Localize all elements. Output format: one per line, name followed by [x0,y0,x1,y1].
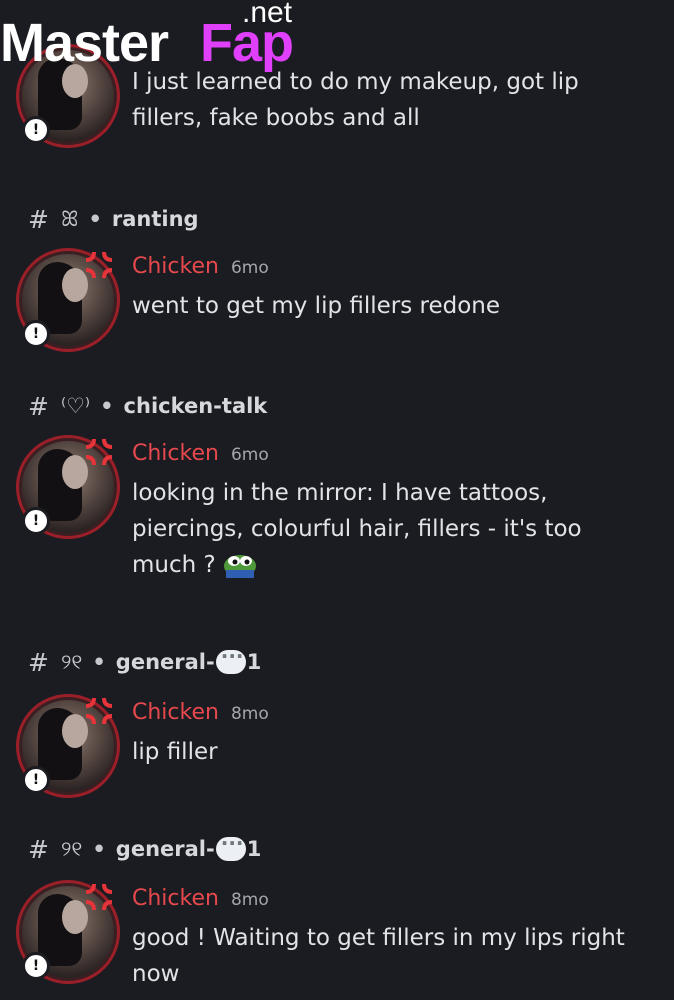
anger-symbol-icon [85,438,113,466]
watermark-logo: Master Fap .net [0,0,310,80]
message-text: lip filler [132,739,218,765]
hash-icon: # [28,647,49,677]
anger-symbol-icon [85,883,113,911]
pepe-emoji-icon [224,554,257,578]
channel-prefix: ꕤ [60,206,79,231]
channel-header-ranting[interactable]: # ꕤ • ranting [28,204,199,234]
message-item[interactable]: ! Chicken 8mo good ! Waiting to get fill… [22,883,662,996]
hash-icon: # [28,834,49,864]
anger-symbol-icon [85,697,113,725]
alert-badge-icon: ! [22,507,50,535]
channel-suffix: 1 [246,650,262,674]
message-item[interactable]: ! Chicken 8mo lip filler [22,697,662,796]
speech-bubble-icon [215,831,246,861]
timestamp: 6mo [230,258,269,278]
alert-badge-icon: ! [22,116,50,144]
alert-badge-icon: ! [22,320,50,348]
alert-badge-icon: ! [22,952,50,980]
channel-header-general[interactable]: # ୨୧ • general- 1 [28,831,262,864]
channel-header-general[interactable]: # ୨୧ • general- 1 [28,644,262,677]
message-item[interactable]: ! Chicken 6mo looking in the mirror: I h… [22,438,662,591]
alert-badge-icon: ! [22,766,50,794]
channel-prefix: ୨୧ [60,649,83,674]
username[interactable]: Chicken [132,700,219,725]
timestamp: 8mo [230,890,269,910]
message-text: looking in the mirror: I have tattoos, p… [132,480,582,578]
username[interactable]: Chicken [132,254,219,279]
message-item[interactable]: ! Chicken 6mo went to get my lip fillers… [22,251,662,350]
channel-header-chicken-talk[interactable]: # ⁽♡⁾ • chicken-talk [28,391,267,421]
avatar[interactable]: ! [22,697,114,794]
hash-icon: # [28,391,49,421]
timestamp: 6mo [230,445,269,465]
channel-suffix: 1 [246,837,262,861]
message-text-wrap: looking in the mirror: I have tattoos, p… [132,475,652,583]
channel-prefix: ⁽♡⁾ [60,394,91,418]
message-text: went to get my lip fillers redone [132,293,501,319]
hash-icon: # [28,204,49,234]
channel-name: general- [115,837,215,861]
avatar[interactable]: ! [22,251,114,348]
username[interactable]: Chicken [132,886,219,911]
avatar[interactable]: ! [22,883,114,980]
channel-name: general- [115,650,215,674]
speech-bubble-icon [215,644,246,674]
channel-name: ranting [111,207,199,231]
message-text: good ! Waiting to get fillers in my lips… [132,925,625,987]
username[interactable]: Chicken [132,441,219,466]
channel-prefix: ୨୧ [60,836,83,861]
anger-symbol-icon [85,251,113,279]
watermark-net: .net [242,0,293,29]
watermark-master: Master [0,13,169,73]
channel-name: chicken-talk [123,394,268,418]
avatar[interactable]: ! [22,438,114,535]
timestamp: 8mo [230,704,269,724]
